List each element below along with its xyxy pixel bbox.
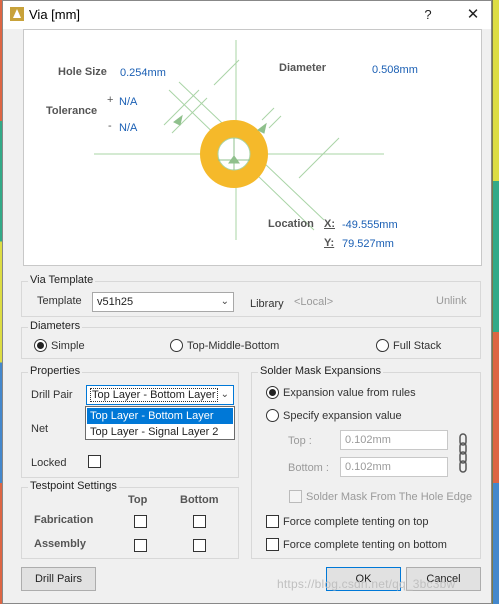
unlink-button[interactable]: Unlink — [436, 295, 467, 307]
assembly-bottom-checkbox[interactable] — [193, 539, 206, 552]
locked-checkbox[interactable] — [88, 455, 101, 468]
diameter-label: Diameter — [279, 62, 327, 74]
library-label: Library — [250, 298, 284, 310]
tolerance-minus-value[interactable]: N/A — [119, 122, 137, 134]
y-value[interactable]: 79.527mm — [342, 238, 394, 250]
chain-link-icon[interactable] — [458, 433, 468, 473]
drill-pair-select-value: Top Layer - Bottom Layer — [90, 388, 218, 402]
tolerance-label: Tolerance — [46, 105, 98, 117]
testpoint-col-top: Top — [128, 494, 148, 506]
library-value: <Local> — [294, 296, 334, 308]
via-template-group: Via Template Template v51h25 ⌄ Library <… — [21, 274, 481, 317]
properties-legend: Properties — [28, 365, 83, 377]
solder-mask-group: Solder Mask Expansions Expansion value f… — [251, 365, 481, 559]
diameter-value[interactable]: 0.508mm — [372, 64, 418, 76]
fabrication-bottom-checkbox[interactable] — [193, 515, 206, 528]
assembly-label: Assembly — [34, 538, 86, 550]
tenting-top-checkbox[interactable] — [266, 515, 279, 528]
tenting-bottom-label[interactable]: Force complete tenting on bottom — [283, 539, 447, 551]
bottom-expansion-value: 0.102mm — [345, 461, 391, 473]
drill-pair-dropdown-list: Top Layer - Bottom Layer Top Layer - Sig… — [85, 406, 235, 440]
simple-label[interactable]: Simple — [51, 340, 85, 352]
window-title: Via [mm] — [29, 7, 81, 22]
top-expansion-value: 0.102mm — [345, 434, 391, 446]
bottom-expansion-input[interactable]: 0.102mm — [340, 457, 448, 477]
tenting-top-label[interactable]: Force complete tenting on top — [283, 516, 429, 528]
chevron-down-icon: ⌄ — [220, 296, 229, 307]
from-hole-edge-label: Solder Mask From The Hole Edge — [306, 491, 473, 503]
from-rules-label[interactable]: Expansion value from rules — [283, 387, 416, 399]
location-label: Location — [268, 218, 314, 230]
watermark-text: https://blog.csdn.net/qq_3bc3bw — [277, 577, 456, 591]
hole-size-value[interactable]: 0.254mm — [120, 67, 166, 79]
testpoint-settings-legend: Testpoint Settings — [28, 480, 119, 492]
hole-size-label: Hole Size — [58, 66, 107, 78]
drill-pairs-button[interactable]: Drill Pairs — [21, 567, 96, 591]
top-middle-bottom-label[interactable]: Top-Middle-Bottom — [187, 340, 279, 352]
drill-pair-select[interactable]: Top Layer - Bottom Layer ⌄ — [86, 385, 234, 405]
chevron-down-icon: ⌄ — [220, 389, 229, 400]
drill-pair-option-0[interactable]: Top Layer - Bottom Layer — [87, 408, 233, 424]
locked-label: Locked — [31, 457, 67, 469]
template-select-value: v51h25 — [97, 296, 134, 308]
via-dialog: Via [mm] ? ✕ Hole Size 0.254mm Tolerance… — [2, 0, 492, 604]
drill-pair-label: Drill Pair — [31, 389, 73, 401]
tolerance-minus-sign: - — [108, 120, 112, 132]
y-label: Y: — [324, 237, 335, 249]
drill-pair-option-1[interactable]: Top Layer - Signal Layer 2 — [87, 424, 233, 440]
via-template-legend: Via Template — [28, 274, 96, 286]
background-strip-right — [493, 0, 499, 604]
full-stack-radio[interactable] — [376, 339, 389, 352]
top-expansion-input[interactable]: 0.102mm — [340, 430, 448, 450]
tenting-bottom-checkbox[interactable] — [266, 538, 279, 551]
close-button[interactable]: ✕ — [461, 5, 485, 25]
specify-label[interactable]: Specify expansion value — [283, 410, 402, 422]
fabrication-label: Fabrication — [34, 514, 94, 526]
assembly-top-checkbox[interactable] — [134, 539, 147, 552]
diameters-legend: Diameters — [28, 320, 83, 332]
via-preview-panel: Hole Size 0.254mm Tolerance + N/A - N/A … — [23, 29, 482, 266]
template-select[interactable]: v51h25 ⌄ — [92, 292, 234, 312]
specify-radio[interactable] — [266, 409, 279, 422]
from-hole-edge-checkbox[interactable] — [289, 490, 302, 503]
simple-radio[interactable] — [34, 339, 47, 352]
solder-mask-legend: Solder Mask Expansions — [258, 365, 384, 377]
template-label: Template — [37, 295, 82, 307]
help-button[interactable]: ? — [417, 5, 439, 25]
tolerance-plus-value[interactable]: N/A — [119, 96, 137, 108]
testpoint-settings-group: Testpoint Settings Top Bottom Fabricatio… — [21, 480, 239, 559]
top-expansion-label: Top : — [288, 435, 312, 447]
net-label: Net — [31, 423, 49, 435]
top-middle-bottom-radio[interactable] — [170, 339, 183, 352]
full-stack-label[interactable]: Full Stack — [393, 340, 441, 352]
fabrication-top-checkbox[interactable] — [134, 515, 147, 528]
testpoint-col-bottom: Bottom — [180, 494, 219, 506]
diameters-group: Diameters Simple Top-Middle-Bottom Full … — [21, 320, 481, 359]
from-rules-radio[interactable] — [266, 386, 279, 399]
x-label: X: — [324, 218, 335, 230]
tolerance-plus-sign: + — [107, 94, 114, 106]
altium-app-icon — [10, 7, 24, 21]
x-value[interactable]: -49.555mm — [342, 219, 398, 231]
title-bar: Via [mm] ? ✕ — [3, 1, 491, 29]
bottom-expansion-label: Bottom : — [288, 462, 329, 474]
